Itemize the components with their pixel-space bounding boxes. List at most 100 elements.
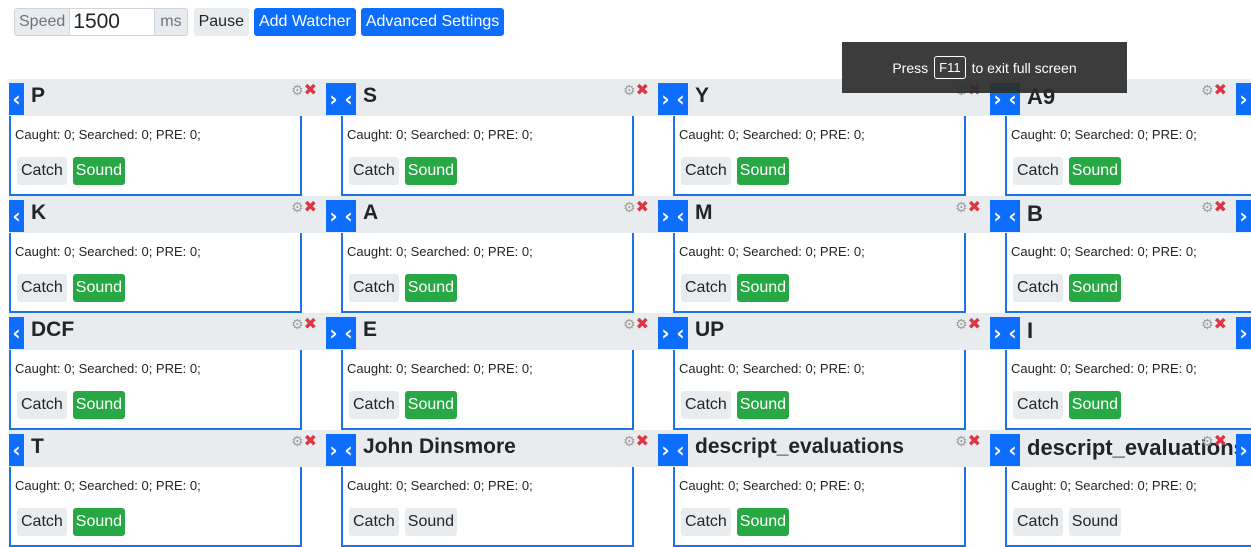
move-left-icon[interactable]: ‹ [341,83,356,115]
move-right-icon[interactable]: › [1236,83,1251,115]
pause-button[interactable]: Pause [193,8,249,36]
close-icon[interactable]: ✖ [304,80,317,99]
catch-button[interactable]: Catch [1013,274,1063,302]
watcher-actions: Catch Sound [349,157,458,185]
sound-button[interactable]: Sound [1068,508,1122,536]
catch-button[interactable]: Catch [1013,391,1063,419]
speed-input[interactable] [69,8,156,36]
close-icon[interactable]: ✖ [1214,80,1227,99]
gear-icon[interactable]: ⚙ [1201,317,1214,333]
catch-button[interactable]: Catch [17,391,67,419]
sound-button[interactable]: Sound [404,391,458,419]
gear-icon[interactable]: ⚙ [1201,434,1214,450]
close-icon[interactable]: ✖ [304,431,317,450]
watcher-actions: Catch Sound [17,508,126,536]
close-icon[interactable]: ✖ [304,314,317,333]
move-left-icon[interactable]: ‹ [9,434,24,466]
catch-button[interactable]: Catch [349,391,399,419]
close-icon[interactable]: ✖ [636,80,649,99]
move-right-icon[interactable]: › [658,434,673,466]
catch-button[interactable]: Catch [349,274,399,302]
close-icon[interactable]: ✖ [636,197,649,216]
gear-icon[interactable]: ⚙ [291,434,304,450]
gear-icon[interactable]: ⚙ [291,317,304,333]
sound-button[interactable]: Sound [404,157,458,185]
sound-button[interactable]: Sound [72,157,126,185]
gear-icon[interactable]: ⚙ [291,83,304,99]
move-right-icon[interactable]: › [990,317,1005,349]
gear-icon[interactable]: ⚙ [291,200,304,216]
move-left-icon[interactable]: ‹ [341,200,356,232]
move-left-icon[interactable]: ‹ [9,83,24,115]
close-icon[interactable]: ✖ [968,197,981,216]
move-right-icon[interactable]: › [658,200,673,232]
catch-button[interactable]: Catch [681,157,731,185]
close-icon[interactable]: ✖ [636,431,649,450]
sound-button[interactable]: Sound [736,508,790,536]
move-right-icon[interactable]: › [326,200,341,232]
move-left-icon[interactable]: ‹ [673,434,688,466]
sound-button[interactable]: Sound [1068,391,1122,419]
gear-icon[interactable]: ⚙ [1201,83,1214,99]
move-left-icon[interactable]: ‹ [673,200,688,232]
catch-button[interactable]: Catch [681,391,731,419]
close-icon[interactable]: ✖ [1214,197,1227,216]
sound-button[interactable]: Sound [72,508,126,536]
gear-icon[interactable]: ⚙ [623,434,636,450]
sound-button[interactable]: Sound [736,274,790,302]
move-right-icon[interactable]: › [326,83,341,115]
catch-button[interactable]: Catch [17,274,67,302]
catch-button[interactable]: Catch [17,508,67,536]
gear-icon[interactable]: ⚙ [1201,200,1214,216]
move-right-icon[interactable]: › [990,200,1005,232]
gear-icon[interactable]: ⚙ [623,83,636,99]
gear-icon[interactable]: ⚙ [955,434,968,450]
watcher-tools: ⚙✖ [1201,314,1227,333]
catch-button[interactable]: Catch [681,274,731,302]
sound-button[interactable]: Sound [404,508,458,536]
catch-button[interactable]: Catch [349,508,399,536]
move-right-icon[interactable]: › [326,434,341,466]
move-left-icon[interactable]: ‹ [1005,317,1020,349]
close-icon[interactable]: ✖ [1214,431,1227,450]
sound-button[interactable]: Sound [1068,157,1122,185]
move-left-icon[interactable]: ‹ [673,317,688,349]
move-left-icon[interactable]: ‹ [9,317,24,349]
watcher-tools: ⚙✖ [623,314,649,333]
close-icon[interactable]: ✖ [304,197,317,216]
move-right-icon[interactable]: › [1236,200,1251,232]
move-right-icon[interactable]: › [326,317,341,349]
move-right-icon[interactable]: › [1236,317,1251,349]
sound-button[interactable]: Sound [736,157,790,185]
move-right-icon[interactable]: › [658,83,673,115]
move-left-icon[interactable]: ‹ [9,200,24,232]
move-left-icon[interactable]: ‹ [341,317,356,349]
move-right-icon[interactable]: › [1236,434,1251,466]
catch-button[interactable]: Catch [1013,157,1063,185]
sound-button[interactable]: Sound [1068,274,1122,302]
close-icon[interactable]: ✖ [968,431,981,450]
catch-button[interactable]: Catch [349,157,399,185]
catch-button[interactable]: Catch [1013,508,1063,536]
gear-icon[interactable]: ⚙ [623,317,636,333]
sound-button[interactable]: Sound [404,274,458,302]
close-icon[interactable]: ✖ [636,314,649,333]
gear-icon[interactable]: ⚙ [955,200,968,216]
move-right-icon[interactable]: › [990,434,1005,466]
move-left-icon[interactable]: ‹ [341,434,356,466]
sound-button[interactable]: Sound [736,391,790,419]
sound-button[interactable]: Sound [72,391,126,419]
move-right-icon[interactable]: › [658,317,673,349]
gear-icon[interactable]: ⚙ [955,317,968,333]
move-left-icon[interactable]: ‹ [673,83,688,115]
close-icon[interactable]: ✖ [968,314,981,333]
catch-button[interactable]: Catch [681,508,731,536]
move-left-icon[interactable]: ‹ [1005,200,1020,232]
sound-button[interactable]: Sound [72,274,126,302]
close-icon[interactable]: ✖ [1214,314,1227,333]
add-watcher-button[interactable]: Add Watcher [253,8,356,36]
gear-icon[interactable]: ⚙ [623,200,636,216]
catch-button[interactable]: Catch [17,157,67,185]
advanced-settings-button[interactable]: Advanced Settings [360,8,505,36]
move-left-icon[interactable]: ‹ [1005,434,1020,466]
